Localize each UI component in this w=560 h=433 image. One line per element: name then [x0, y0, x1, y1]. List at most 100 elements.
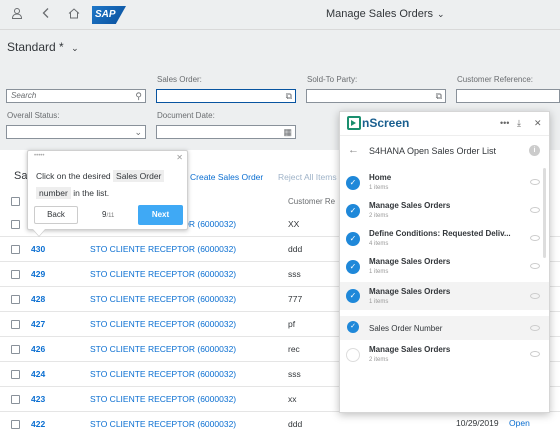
row-checkbox[interactable] — [11, 370, 20, 379]
value-help-icon[interactable]: ⧉ — [286, 90, 292, 102]
app-title-menu[interactable]: Manage Sales Orders ⌄ — [326, 8, 445, 20]
step-count: 2 items — [369, 213, 389, 219]
chevron-down-icon: ⌄ — [71, 43, 79, 53]
value-help-icon[interactable]: ⧉ — [436, 90, 442, 102]
person-icon[interactable] — [9, 7, 25, 23]
customer-reference-field[interactable] — [456, 89, 560, 103]
tooltip-highlight: number — [36, 187, 71, 199]
select-all-checkbox[interactable] — [11, 197, 20, 206]
sales-order-number[interactable]: 430 — [31, 244, 45, 254]
drag-handle-icon[interactable]: ••••• — [34, 153, 45, 159]
nscreen-logo-icon — [347, 116, 361, 130]
eye-icon[interactable] — [530, 351, 540, 357]
customer-link[interactable]: STO CLIENTE RECEPTOR (6000032) — [90, 419, 236, 429]
check-icon: ✓ — [346, 260, 360, 274]
customer-link[interactable]: STO CLIENTE RECEPTOR (6000032) — [90, 344, 236, 354]
row-checkbox[interactable] — [11, 420, 20, 429]
variant-selector[interactable]: Standard * ⌄ — [7, 40, 79, 54]
step-item[interactable]: ✓ Home 1 items — [340, 168, 549, 198]
eye-icon[interactable] — [530, 263, 540, 269]
customer-link[interactable]: STO CLIENTE RECEPTOR (6000032) — [90, 269, 236, 279]
step-item[interactable]: ✓ Manage Sales Orders 1 items — [340, 252, 549, 282]
step-title: Manage Sales Orders — [369, 287, 451, 296]
sold-to-party-label: Sold-To Party: — [307, 75, 358, 84]
step-title: Sales Order Number — [369, 324, 443, 333]
customer-link[interactable]: STO CLIENTE RECEPTOR (6000032) — [90, 394, 236, 404]
sales-order-number[interactable]: 429 — [31, 269, 45, 279]
create-sales-order-button[interactable]: Create Sales Order — [190, 172, 263, 182]
overall-status-label: Overall Status: — [7, 111, 60, 120]
eye-icon[interactable] — [530, 207, 540, 213]
overall-status-select[interactable]: ⌄ — [6, 125, 146, 139]
sales-order-number[interactable]: 422 — [31, 419, 45, 429]
table-title: Sa — [14, 170, 28, 182]
sales-order-number[interactable]: 428 — [31, 294, 45, 304]
chevron-down-icon: ⌄ — [134, 127, 142, 137]
sales-order-field[interactable]: ⧉ — [156, 89, 296, 103]
sales-order-number[interactable]: 424 — [31, 369, 45, 379]
customer-link[interactable]: STO CLIENTE RECEPTOR (6000032) — [90, 294, 236, 304]
customer-reference: XX — [288, 219, 300, 229]
variant-label: Standard * — [7, 40, 64, 54]
back-arrow-icon[interactable]: ← — [348, 144, 359, 156]
eye-icon[interactable] — [530, 235, 540, 241]
step-title: Manage Sales Orders — [369, 257, 451, 266]
document-date-label: Document Date: — [157, 111, 215, 120]
home-icon[interactable] — [66, 7, 82, 23]
customer-reference: sss — [288, 369, 301, 379]
info-icon[interactable]: i — [529, 145, 540, 156]
row-checkbox[interactable] — [11, 345, 20, 354]
row-checkbox[interactable] — [11, 245, 20, 254]
step-item[interactable]: Manage Sales Orders 2 items — [340, 340, 549, 370]
step-title: Manage Sales Orders — [369, 201, 451, 210]
guide-tooltip: ••••• ✕ Click on the desired Sales Order… — [27, 150, 188, 230]
panel-header: nScreen ••• ⤓ ✕ — [340, 112, 549, 136]
check-icon: ✓ — [346, 232, 360, 246]
row-checkbox[interactable] — [11, 395, 20, 404]
tooltip-pointer — [33, 229, 45, 236]
row-checkbox[interactable] — [11, 295, 20, 304]
customer-link[interactable]: STO CLIENTE RECEPTOR (6000032) — [90, 319, 236, 329]
search-input[interactable]: Search ⚲ — [6, 89, 146, 103]
row-checkbox[interactable] — [11, 220, 20, 229]
step-item-active[interactable]: ✓ Manage Sales Orders 1 items — [340, 282, 549, 310]
search-placeholder: Search — [11, 91, 37, 100]
eye-icon[interactable] — [530, 293, 540, 299]
step-title: Define Conditions: Requested Deliv... — [369, 229, 511, 238]
pending-icon — [346, 348, 360, 362]
step-item[interactable]: ✓ Manage Sales Orders 2 items — [340, 196, 549, 226]
eye-icon[interactable] — [530, 179, 540, 185]
close-icon[interactable]: ✕ — [176, 153, 183, 162]
sap-logo[interactable]: SAP — [92, 6, 126, 24]
customer-link[interactable]: STO CLIENTE RECEPTOR (6000032) — [90, 369, 236, 379]
step-item-substep[interactable]: ✓ Sales Order Number — [340, 316, 549, 340]
document-date-field[interactable]: ▦ — [156, 125, 296, 139]
eye-icon[interactable] — [530, 325, 540, 331]
download-icon[interactable]: ⤓ — [517, 118, 521, 129]
status-link[interactable]: Open — [509, 418, 530, 428]
reject-all-items-button[interactable]: Reject All Items — [278, 172, 337, 182]
sales-order-number[interactable]: 426 — [31, 344, 45, 354]
column-header-customer-reference[interactable]: Customer Re — [288, 197, 335, 206]
sold-to-party-field[interactable]: ⧉ — [306, 89, 446, 103]
tooltip-text: Click on the desired Sales Order number … — [36, 168, 186, 202]
next-button[interactable]: Next — [138, 205, 183, 225]
step-count: 1 items — [369, 299, 389, 305]
calendar-icon[interactable]: ▦ — [283, 126, 292, 138]
search-icon[interactable]: ⚲ — [135, 90, 142, 102]
step-item[interactable]: ✓ Define Conditions: Requested Deliv... … — [340, 224, 549, 254]
back-icon[interactable] — [38, 7, 54, 23]
check-icon: ✓ — [347, 321, 359, 333]
sales-order-number[interactable]: 423 — [31, 394, 45, 404]
document-date-cell: 10/29/2019 — [456, 418, 499, 428]
back-button[interactable]: Back — [34, 206, 78, 224]
sales-order-number[interactable]: 427 — [31, 319, 45, 329]
more-options-icon[interactable]: ••• — [500, 118, 509, 128]
row-checkbox[interactable] — [11, 320, 20, 329]
customer-link[interactable]: STO CLIENTE RECEPTOR (6000032) — [90, 244, 236, 254]
close-icon[interactable]: ✕ — [534, 118, 542, 129]
panel-brand: nScreen — [362, 116, 410, 130]
row-checkbox[interactable] — [11, 270, 20, 279]
customer-reference: pf — [288, 319, 296, 329]
step-title: Manage Sales Orders — [369, 345, 451, 354]
